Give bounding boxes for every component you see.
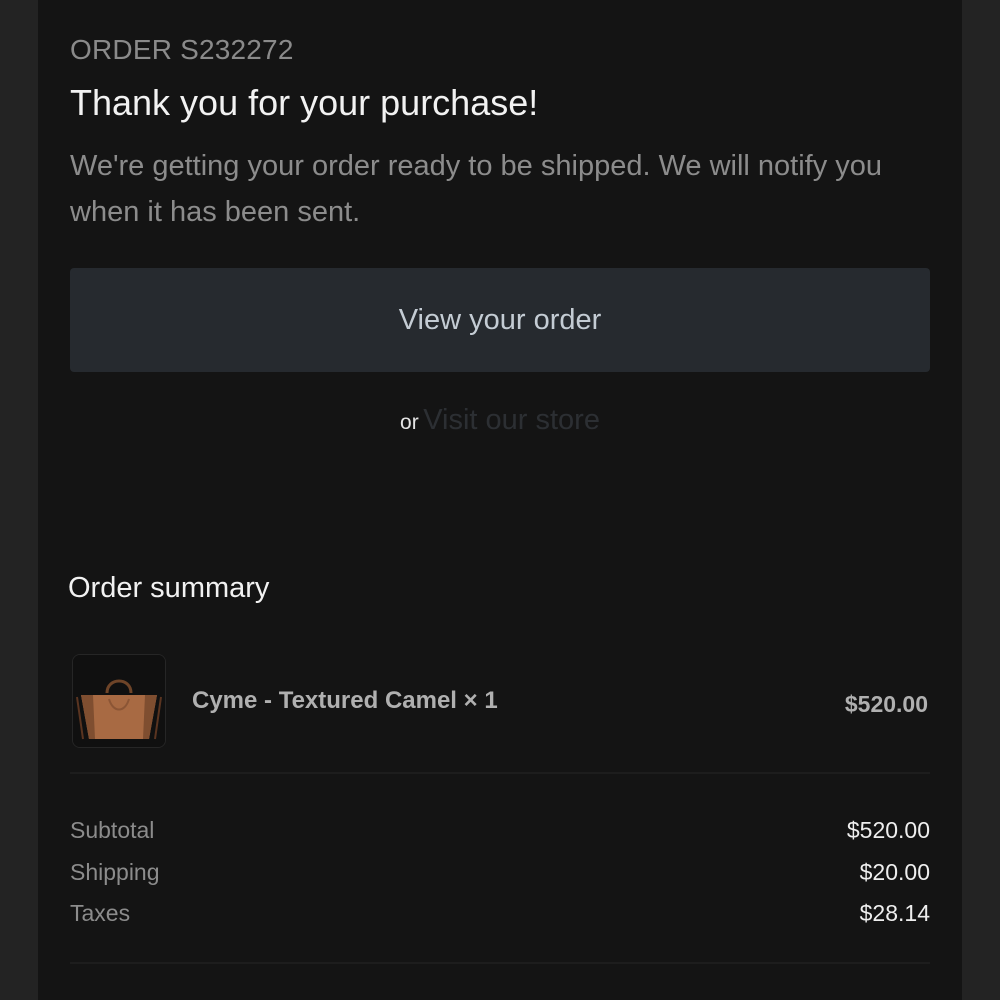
or-text: or bbox=[400, 411, 419, 434]
taxes-label: Taxes bbox=[70, 900, 131, 926]
shipping-value: $20.00 bbox=[859, 859, 930, 885]
product-price: $520.00 bbox=[844, 691, 928, 717]
shipping-row: Shipping $20.00 bbox=[70, 859, 930, 899]
store-link-row: or Visit our store bbox=[38, 404, 962, 437]
order-summary-title: Order summary bbox=[68, 572, 270, 604]
subtotal-row: Subtotal $520.00 bbox=[70, 817, 930, 857]
shipping-label: Shipping bbox=[70, 859, 160, 885]
visit-store-link[interactable]: Visit our store bbox=[423, 404, 600, 436]
order-confirmation-page: ORDER S232272 Thank you for your purchas… bbox=[38, 0, 962, 1000]
divider bbox=[70, 772, 930, 774]
order-number: ORDER S232272 bbox=[70, 34, 294, 65]
view-order-button[interactable]: View your order bbox=[70, 268, 930, 372]
camel-handbag-thumbnail-icon bbox=[73, 655, 165, 747]
page-title: Thank you for your purchase! bbox=[70, 82, 539, 123]
subtotal-value: $520.00 bbox=[846, 817, 930, 843]
product-thumbnail bbox=[72, 654, 166, 748]
shipping-message: We're getting your order ready to be shi… bbox=[70, 150, 883, 228]
taxes-value: $28.14 bbox=[859, 900, 930, 926]
divider bbox=[70, 962, 930, 964]
view-order-button-label: View your order bbox=[398, 303, 602, 336]
subtotal-label: Subtotal bbox=[70, 817, 155, 843]
product-name: Cyme - Textured Camel × 1 bbox=[192, 687, 498, 714]
taxes-row: Taxes $28.14 bbox=[70, 900, 930, 940]
